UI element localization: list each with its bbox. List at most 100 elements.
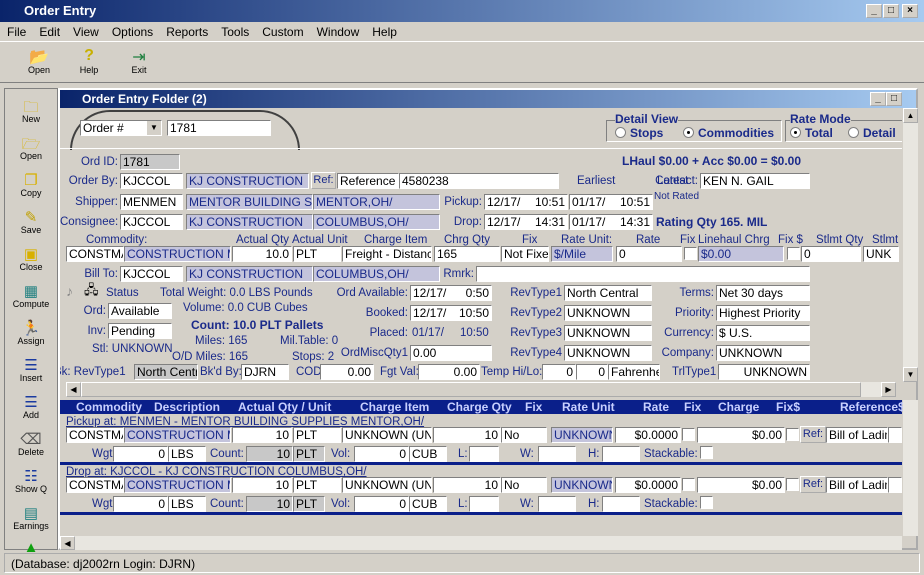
- charge-qty-input[interactable]: 10: [433, 477, 501, 493]
- sidebar-compute[interactable]: ▦ Compute: [5, 282, 57, 309]
- stlmt-qty-input[interactable]: 0: [801, 246, 861, 262]
- menu-window[interactable]: Window: [310, 22, 366, 39]
- consignee-code-input[interactable]: KJCCOL: [120, 214, 183, 230]
- menu-help[interactable]: Help: [365, 22, 403, 39]
- wgt-input[interactable]: 0: [113, 496, 168, 512]
- height-input[interactable]: [602, 496, 640, 512]
- maximize-button[interactable]: □: [883, 4, 899, 18]
- ref-value-input[interactable]: 4580238: [399, 173, 559, 189]
- actual-qty-input[interactable]: 10.0: [232, 246, 292, 262]
- ref-type-select[interactable]: Bill of Lading: [826, 477, 888, 493]
- drop-earliest-input[interactable]: 12/17/14:31: [484, 214, 568, 230]
- charge-fix-checkbox[interactable]: [786, 428, 799, 441]
- menu-custom[interactable]: Custom: [255, 22, 309, 39]
- inv-status-field[interactable]: Pending: [108, 323, 172, 339]
- sidebar-open[interactable]: 🗁 Open: [5, 134, 57, 161]
- rate-fix-checkbox[interactable]: [684, 247, 697, 260]
- ord-status-field[interactable]: Available: [108, 303, 172, 319]
- sidebar-close[interactable]: ▣ Close: [5, 245, 57, 272]
- pickup-latest-input[interactable]: 01/17/10:51: [569, 194, 653, 210]
- drop-latest-input[interactable]: 01/17/14:31: [569, 214, 653, 230]
- menu-reports[interactable]: Reports: [159, 22, 214, 39]
- ref-value-input[interactable]: [888, 477, 902, 493]
- shipper-code-input[interactable]: MENMEN: [120, 194, 183, 210]
- close-button[interactable]: ×: [902, 4, 918, 18]
- vol-input[interactable]: 0: [354, 446, 409, 462]
- sidebar-show-q[interactable]: ☷ Show Q: [5, 467, 57, 494]
- pickup-earliest-input[interactable]: 12/17/10:51: [484, 194, 568, 210]
- minimize-button[interactable]: _: [866, 4, 882, 18]
- wgt-unit-select[interactable]: LBS: [168, 496, 206, 512]
- menu-view[interactable]: View: [66, 22, 105, 39]
- sidebar-copy[interactable]: ❐ Copy: [5, 171, 57, 198]
- vol-unit-select[interactable]: CUB: [409, 446, 447, 462]
- sidebar-add[interactable]: ☰ Add: [5, 393, 57, 420]
- vol-unit-select[interactable]: CUB: [409, 496, 447, 512]
- charge-input[interactable]: $0.00: [697, 427, 785, 443]
- rate-fix-checkbox[interactable]: [682, 428, 695, 441]
- detail-view-commodities-radio[interactable]: Commodities: [683, 126, 774, 140]
- charge-qty-input[interactable]: 10: [433, 427, 501, 443]
- commodity-code-input[interactable]: CONSTMA: [66, 427, 124, 443]
- rate-mode-total-radio[interactable]: Total: [790, 126, 833, 140]
- rate-mode-detail-radio[interactable]: Detail: [848, 126, 896, 140]
- ref-button[interactable]: Ref:: [311, 172, 336, 189]
- rate-input[interactable]: $0.0000: [615, 427, 681, 443]
- ref-type-select[interactable]: Reference #: [337, 173, 399, 189]
- network-icon[interactable]: 🖧: [84, 283, 99, 297]
- ref-button[interactable]: Ref:: [800, 426, 826, 443]
- scroll-left-arrow-icon[interactable]: ◀: [66, 382, 81, 397]
- terms-select[interactable]: Net 30 days: [716, 285, 810, 301]
- length-input[interactable]: [469, 446, 499, 462]
- actual-unit-select[interactable]: PLT: [293, 477, 341, 493]
- actual-qty-input[interactable]: 10: [232, 477, 292, 493]
- ref-button[interactable]: Ref:: [800, 476, 826, 493]
- currency-select[interactable]: $ U.S.: [716, 325, 810, 341]
- actual-unit-select[interactable]: PLT: [293, 427, 341, 443]
- stackable-checkbox[interactable]: [700, 446, 713, 459]
- toolbar-open-button[interactable]: 📂 Open: [16, 47, 62, 75]
- search-value-input[interactable]: 1781: [167, 120, 271, 136]
- trltype1-select[interactable]: UNKNOWN: [718, 364, 810, 380]
- contact-input[interactable]: KEN N. GAIL: [700, 173, 810, 189]
- fix-select[interactable]: No: [501, 427, 547, 443]
- rate-input[interactable]: 0: [616, 246, 682, 262]
- scroll-up-arrow-icon[interactable]: ▲: [903, 108, 918, 123]
- ref-value-input[interactable]: [888, 427, 902, 443]
- ord-misc-qty-input[interactable]: 0.00: [410, 345, 492, 361]
- grid-scroll-left-arrow-icon[interactable]: ◀: [60, 536, 75, 550]
- length-input[interactable]: [469, 496, 499, 512]
- scroll-thumb[interactable]: [81, 382, 861, 397]
- menu-options[interactable]: Options: [105, 22, 159, 39]
- charge-input[interactable]: $0.00: [697, 477, 785, 493]
- sidebar-insert[interactable]: ☰ Insert: [5, 356, 57, 383]
- sidebar-assign[interactable]: 🏃 Assign: [5, 319, 57, 346]
- grid-horizontal-scrollbar[interactable]: ◀: [60, 536, 902, 550]
- charge-item-select[interactable]: Freight - Distance: [342, 246, 432, 262]
- width-input[interactable]: [538, 496, 576, 512]
- width-input[interactable]: [538, 446, 576, 462]
- height-input[interactable]: [602, 446, 640, 462]
- sidebar-delete[interactable]: ⌫ Delete: [5, 430, 57, 457]
- folder-minimize-button[interactable]: _: [870, 92, 886, 106]
- temp-unit-select[interactable]: Fahrenheit: [608, 364, 660, 380]
- fix-select[interactable]: No: [501, 477, 547, 493]
- company-select[interactable]: UNKNOWN: [716, 345, 810, 361]
- rate-fix-checkbox[interactable]: [682, 478, 695, 491]
- stlmt-unit-field[interactable]: UNK: [863, 246, 899, 262]
- menu-tools[interactable]: Tools: [214, 22, 255, 39]
- commodity-code-input[interactable]: CONSTMA: [66, 246, 124, 262]
- temp-hi-input[interactable]: 0: [542, 364, 576, 380]
- header-horizontal-scrollbar[interactable]: ◀ ▶: [66, 382, 896, 397]
- search-type-select[interactable]: Order # ▼: [80, 120, 162, 136]
- grid-vertical-scrollbar[interactable]: [903, 400, 918, 536]
- scroll-right-arrow-icon[interactable]: ▶: [881, 382, 896, 397]
- revtype1-select[interactable]: North Central: [564, 285, 652, 301]
- detail-view-stops-radio[interactable]: Stops: [615, 126, 663, 140]
- commodity-code-input[interactable]: CONSTMA: [66, 477, 124, 493]
- chevron-down-icon[interactable]: ▼: [147, 121, 161, 135]
- rate-input[interactable]: $0.0000: [615, 477, 681, 493]
- order-by-code-input[interactable]: KJCCOL: [120, 173, 183, 189]
- actual-qty-input[interactable]: 10: [232, 427, 292, 443]
- folder-maximize-button[interactable]: □: [886, 92, 902, 106]
